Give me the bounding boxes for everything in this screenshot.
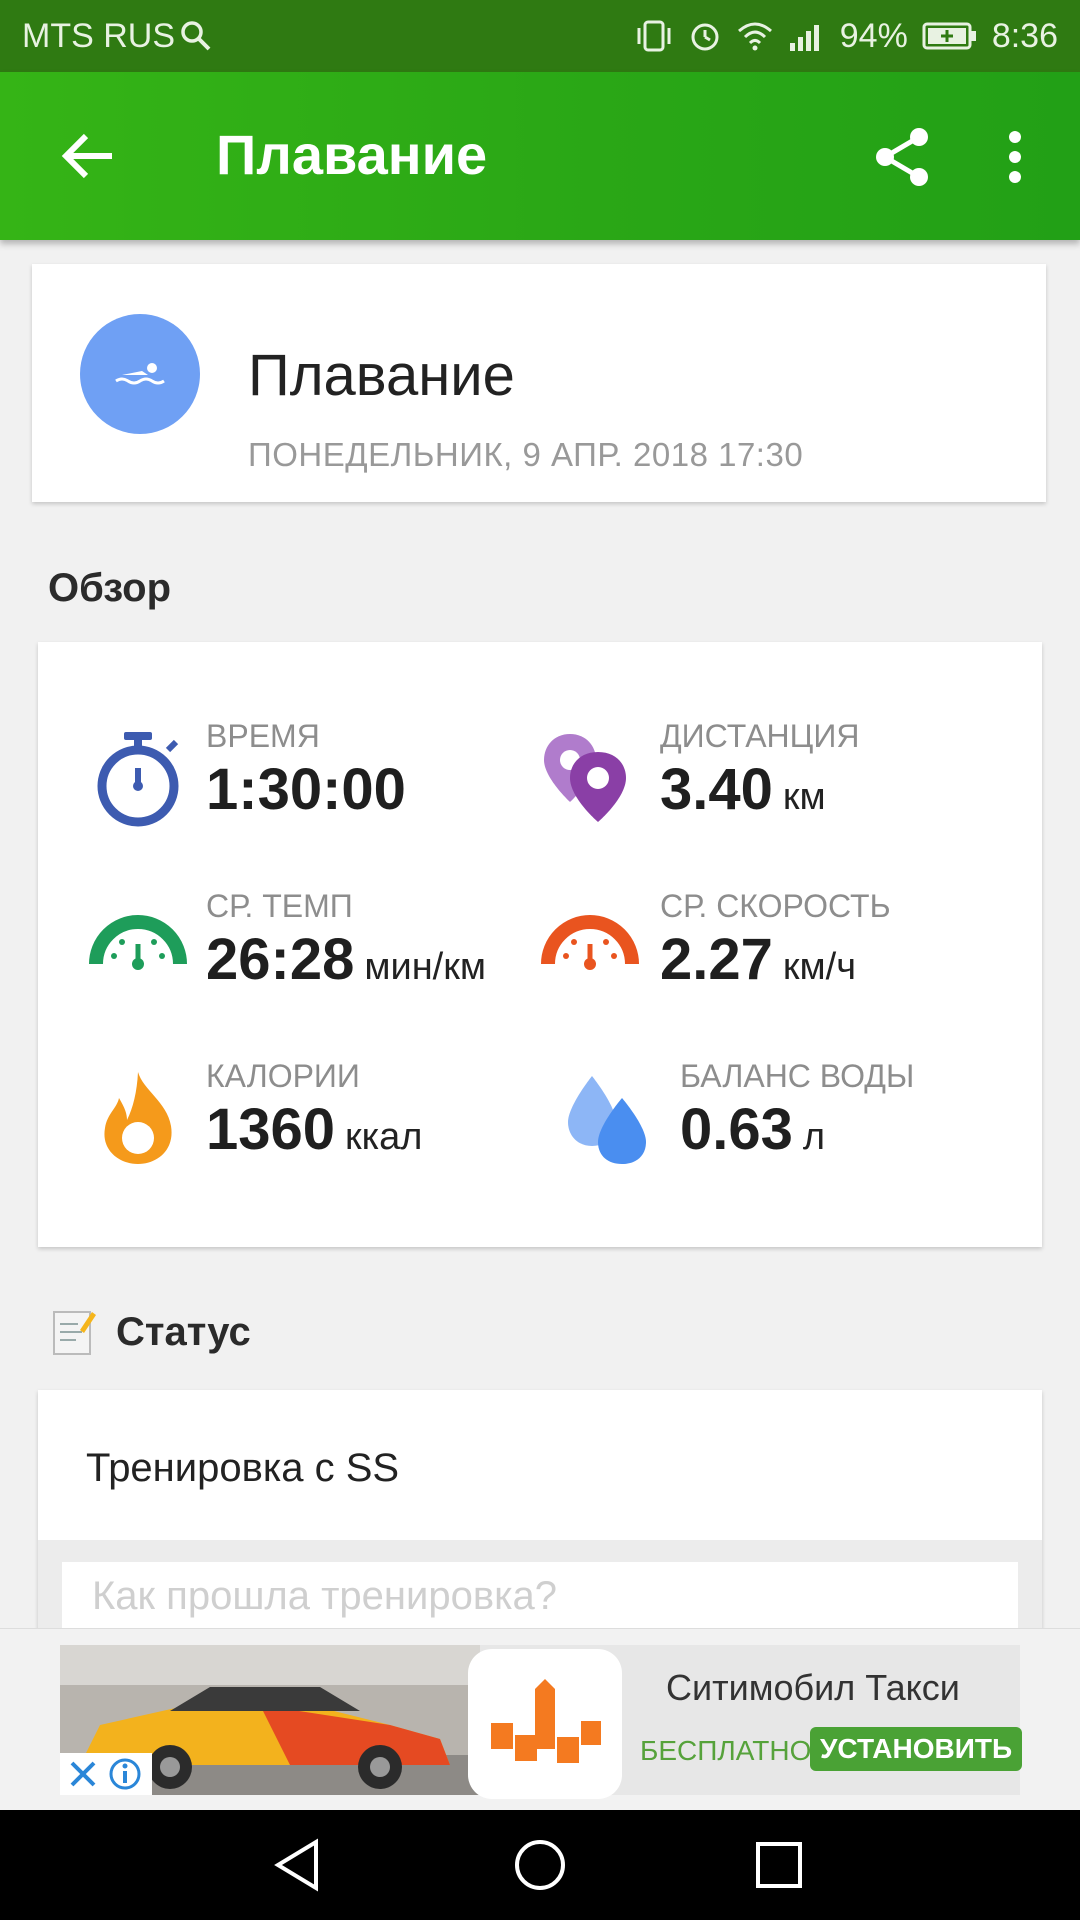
stat-label: СР. ТЕМП xyxy=(206,888,353,924)
stat-label: ВРЕМЯ xyxy=(206,718,320,754)
stat-value: 26:28 xyxy=(206,927,355,992)
stopwatch-icon xyxy=(88,728,188,828)
page-title: Плавание xyxy=(216,123,488,186)
nav-home-icon xyxy=(515,1840,565,1890)
stat-value: 3.40 xyxy=(660,757,773,822)
activity-header-card: Плавание ПОНЕДЕЛЬНИК, 9 АПР. 2018 17:30 xyxy=(32,264,1046,502)
stat-value-row: 26:28 мин/км xyxy=(206,926,486,993)
stat-unit: л xyxy=(802,1116,826,1158)
pace-gauge-icon xyxy=(88,898,188,998)
nav-recents-button[interactable] xyxy=(744,1835,814,1895)
flame-icon xyxy=(88,1068,188,1168)
vibrate-icon xyxy=(634,19,674,53)
location-pins-icon xyxy=(540,728,640,828)
stat-value-row: 2.27 км/ч xyxy=(660,926,856,993)
clock: 8:36 xyxy=(991,16,1058,55)
battery-charging-icon xyxy=(922,21,978,51)
close-icon[interactable] xyxy=(68,1759,98,1789)
ad-content[interactable]: Ситимобил Такси БЕСПЛАТНО УСТАНОВИТЬ xyxy=(60,1645,1023,1799)
stat-unit: км xyxy=(782,776,826,818)
back-button[interactable] xyxy=(52,124,124,188)
stat-value-row: 1360 ккал xyxy=(206,1096,422,1163)
status-bar: MTS RUS 94% 8:36 xyxy=(0,0,1080,72)
alarm-icon xyxy=(688,19,722,53)
more-options-button[interactable] xyxy=(990,122,1040,192)
signal-icon xyxy=(788,19,826,53)
search-icon xyxy=(179,19,213,53)
activity-avatar xyxy=(80,314,200,434)
stat-unit: км/ч xyxy=(782,946,856,988)
ad-app-logo xyxy=(468,1649,622,1799)
overview-card: ВРЕМЯ 1:30:00 ДИСТАНЦИЯ 3.40 км СР. ТЕМП … xyxy=(38,642,1042,1247)
status-text: Тренировка с SS xyxy=(86,1446,400,1490)
wifi-icon xyxy=(736,19,774,53)
stat-unit: мин/км xyxy=(364,946,486,988)
stat-value-row: 0.63 л xyxy=(680,1096,825,1163)
carrier: MTS RUS xyxy=(22,17,213,56)
system-nav-bar xyxy=(0,1810,1080,1920)
stat-value: 1360 xyxy=(206,1097,336,1162)
carrier-name: MTS RUS xyxy=(22,16,175,55)
more-vert-icon xyxy=(1009,131,1021,183)
stat-label: ДИСТАНЦИЯ xyxy=(660,718,860,754)
nav-home-button[interactable] xyxy=(505,1835,575,1895)
stat-label: КАЛОРИИ xyxy=(206,1058,360,1094)
ad-app-name: Ситимобил Такси xyxy=(666,1667,960,1708)
share-icon xyxy=(876,128,928,186)
ad-controls xyxy=(60,1753,152,1795)
arrow-back-icon xyxy=(61,133,112,179)
swimmer-icon xyxy=(115,363,165,385)
stat-label: БАЛАНС ВОДЫ xyxy=(680,1058,915,1094)
status-title: Статус xyxy=(116,1309,251,1354)
stat-value: 0.63 xyxy=(680,1097,793,1162)
stat-value: 1:30:00 xyxy=(206,757,406,822)
stat-value: 2.27 xyxy=(660,927,773,992)
stat-value-row: 3.40 км xyxy=(660,756,826,823)
comment-input[interactable]: Как прошла тренировка? xyxy=(62,1562,1018,1630)
nav-recents-icon xyxy=(756,1842,802,1888)
comment-placeholder: Как прошла тренировка? xyxy=(92,1574,557,1618)
activity-title: Плавание xyxy=(248,343,515,408)
water-drops-icon xyxy=(558,1068,658,1168)
speed-gauge-icon xyxy=(540,898,640,998)
status-header: Статус xyxy=(52,1308,251,1356)
ad-banner[interactable]: Ситимобил Такси БЕСПЛАТНО УСТАНОВИТЬ xyxy=(0,1628,1080,1811)
ad-install-button[interactable]: УСТАНОВИТЬ xyxy=(810,1727,1023,1771)
overview-title: Обзор xyxy=(48,566,172,610)
app-bar: Плавание xyxy=(0,72,1080,240)
note-pencil-icon xyxy=(53,1311,96,1355)
battery-percent: 94% xyxy=(839,16,908,55)
stat-value-row: 1:30:00 xyxy=(206,756,406,823)
status-card: Тренировка с SS Как прошла тренировка? xyxy=(38,1390,1042,1630)
activity-datetime: ПОНЕДЕЛЬНИК, 9 АПР. 2018 17:30 xyxy=(248,436,804,473)
info-icon[interactable] xyxy=(108,1757,142,1791)
nav-back-icon xyxy=(274,1838,318,1892)
share-button[interactable] xyxy=(868,122,938,192)
stat-label: СР. СКОРОСТЬ xyxy=(660,888,891,924)
stat-unit: ккал xyxy=(345,1116,423,1158)
ad-free-label: БЕСПЛАТНО xyxy=(640,1735,812,1766)
nav-back-button[interactable] xyxy=(262,1835,332,1895)
